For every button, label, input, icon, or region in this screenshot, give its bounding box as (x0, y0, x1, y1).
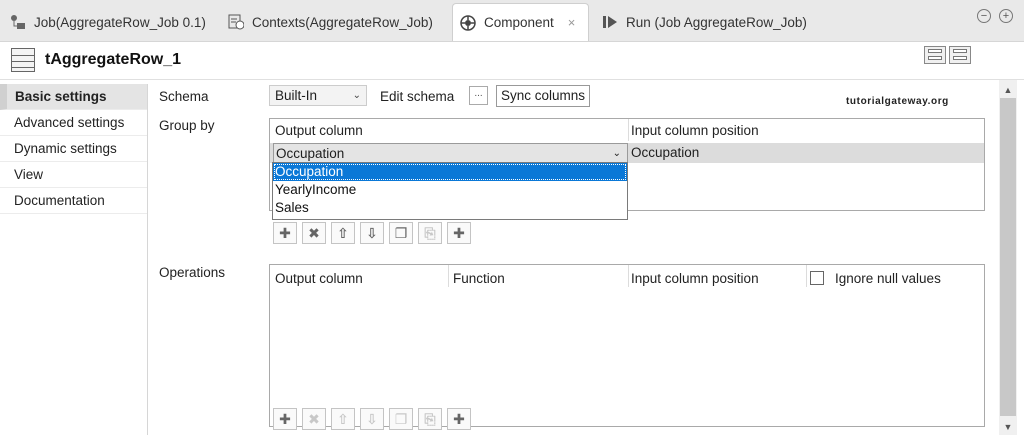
job-icon (10, 14, 26, 30)
tab-label: Contexts(AggregateRow_Job) (252, 14, 433, 30)
tab-component[interactable]: Component × (452, 3, 589, 41)
component-header: tAggregateRow_1 (0, 42, 1024, 80)
sidebar-item-view[interactable]: View (0, 162, 147, 188)
move-down-icon[interactable]: ⇩ (360, 222, 384, 244)
column-header: Output column (275, 123, 363, 138)
copy-icon[interactable]: ❐ (389, 222, 413, 244)
minimize-icon[interactable]: − (977, 9, 991, 23)
contexts-icon (228, 14, 245, 30)
settings-sidebar: Basic settings Advanced settings Dynamic… (0, 84, 148, 435)
tab-label: Component (484, 15, 554, 30)
operations-table: Output column Function Input column posi… (269, 264, 985, 427)
scrollbar-thumb[interactable] (1000, 98, 1016, 416)
edit-schema-label: Edit schema (380, 89, 455, 104)
watermark-text: tutorialgateway.org (846, 96, 949, 107)
column-header: Input column position (631, 271, 759, 286)
add-icon[interactable]: ✚ (273, 408, 297, 430)
sidebar-item-advanced-settings[interactable]: Advanced settings (0, 110, 147, 136)
tab-run[interactable]: Run (Job AggregateRow_Job) (602, 3, 807, 41)
input-column-cell[interactable]: Occupation (631, 143, 699, 163)
scroll-down-icon[interactable]: ▼ (999, 419, 1017, 435)
paste-icon[interactable]: ⎘ (418, 408, 442, 430)
group-by-label: Group by (159, 118, 215, 133)
move-up-icon[interactable]: ⇧ (331, 408, 355, 430)
list-view-icon[interactable] (949, 46, 971, 64)
output-column-dropdown-list: Occupation YearlyIncome Sales (272, 162, 628, 220)
vertical-scrollbar[interactable]: ▲ ▼ (999, 80, 1017, 435)
remove-icon[interactable]: ✖ (302, 408, 326, 430)
column-header: Output column (275, 271, 363, 286)
scroll-up-icon[interactable]: ▲ (999, 82, 1017, 98)
schema-label: Schema (159, 89, 209, 104)
column-header: Input column position (631, 123, 759, 138)
edit-schema-button[interactable]: ... (469, 86, 488, 105)
import-icon[interactable]: ✚ (447, 408, 471, 430)
operations-toolbar: ✚ ✖ ⇧ ⇩ ❐ ⎘ ✚ (273, 408, 471, 430)
output-column-combo[interactable]: Occupation ⌄ (273, 143, 628, 163)
copy-icon[interactable]: ❐ (389, 408, 413, 430)
tab-label: Run (Job AggregateRow_Job) (626, 14, 807, 30)
aggregate-component-icon (11, 48, 35, 72)
paste-icon[interactable]: ⎘ (418, 222, 442, 244)
tab-label: Job(AggregateRow_Job 0.1) (34, 14, 206, 30)
add-icon[interactable]: ✚ (273, 222, 297, 244)
group-by-toolbar: ✚ ✖ ⇧ ⇩ ❐ ⎘ ✚ (273, 222, 471, 244)
sidebar-item-dynamic-settings[interactable]: Dynamic settings (0, 136, 147, 162)
tab-contexts[interactable]: Contexts(AggregateRow_Job) (228, 3, 433, 41)
component-title: tAggregateRow_1 (45, 51, 182, 68)
move-up-icon[interactable]: ⇧ (331, 222, 355, 244)
dropdown-option-yearlyincome[interactable]: YearlyIncome (273, 181, 627, 199)
maximize-icon[interactable]: + (999, 9, 1013, 23)
sync-columns-button[interactable]: Sync columns (496, 85, 591, 107)
dropdown-option-sales[interactable]: Sales (273, 199, 627, 217)
import-icon[interactable]: ✚ (447, 222, 471, 244)
move-down-icon[interactable]: ⇩ (360, 408, 384, 430)
schema-value: Built-In (275, 88, 318, 103)
run-icon (602, 14, 618, 30)
editor-tab-bar: Job(AggregateRow_Job 0.1) Contexts(Aggre… (0, 0, 1024, 42)
chevron-down-icon[interactable]: ⌄ (613, 144, 621, 164)
component-icon (460, 14, 476, 31)
grid-view-icon[interactable] (924, 46, 946, 64)
sidebar-item-documentation[interactable]: Documentation (0, 188, 147, 214)
schema-select[interactable]: Built-In ⌄ (269, 85, 367, 106)
chevron-down-icon: ⌄ (352, 90, 361, 101)
column-header: Function (453, 271, 505, 286)
tab-job[interactable]: Job(AggregateRow_Job 0.1) (10, 3, 206, 41)
dropdown-option-occupation[interactable]: Occupation (273, 163, 627, 181)
sidebar-item-basic-settings[interactable]: Basic settings (0, 84, 147, 110)
output-column-value: Occupation (276, 146, 345, 161)
remove-icon[interactable]: ✖ (302, 222, 326, 244)
operations-label: Operations (159, 265, 226, 280)
ignore-null-header-label: Ignore null values (835, 271, 941, 286)
ignore-null-values-checkbox[interactable] (810, 271, 824, 285)
close-icon[interactable]: × (568, 15, 576, 30)
